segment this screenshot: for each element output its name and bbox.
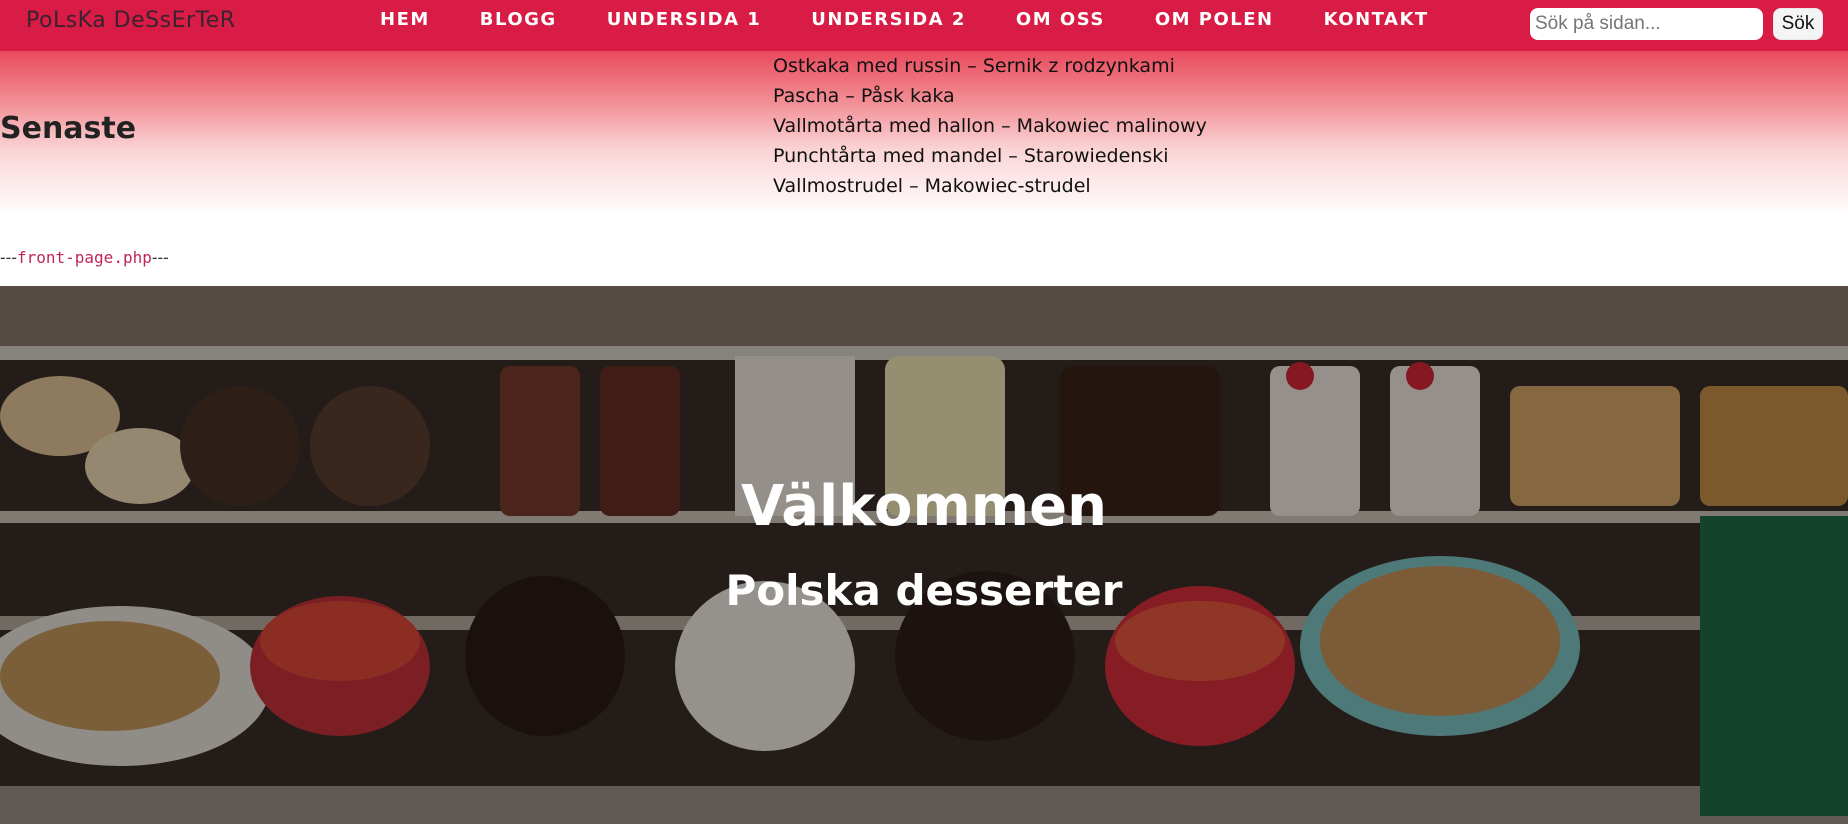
main-nav: HEM BLOGG UNDERSIDA 1 UNDERSIDA 2 OM OSS… <box>380 9 1479 30</box>
site-brand[interactable]: PoLsKa DeSsErTeR <box>26 8 236 33</box>
nav-item-kontakt[interactable]: KONTAKT <box>1324 9 1429 30</box>
template-file-note: ---front-page.php--- <box>0 248 169 268</box>
template-note-prefix: --- <box>0 248 17 267</box>
recent-post-link[interactable]: Pascha – Påsk kaka <box>773 81 1207 111</box>
search-input[interactable] <box>1530 8 1763 40</box>
recent-post-link[interactable]: Punchtårta med mandel – Starowiedenski <box>773 141 1207 171</box>
top-navbar: PoLsKa DeSsErTeR HEM BLOGG UNDERSIDA 1 U… <box>0 0 1848 51</box>
recent-posts-list: Ostkaka med russin – Sernik z rodzynkami… <box>773 51 1207 201</box>
nav-item-undersida-2[interactable]: UNDERSIDA 2 <box>811 9 966 30</box>
nav-item-blogg[interactable]: BLOGG <box>480 9 557 30</box>
search-button[interactable]: Sök <box>1773 8 1823 40</box>
recent-post-link[interactable]: Ostkaka med russin – Sernik z rodzynkami <box>773 51 1207 81</box>
nav-item-om-oss[interactable]: OM OSS <box>1016 9 1105 30</box>
template-note-suffix: --- <box>151 248 169 267</box>
recent-posts-heading: Senaste <box>0 111 137 146</box>
nav-item-undersida-1[interactable]: UNDERSIDA 1 <box>607 9 762 30</box>
template-file-name: front-page.php <box>16 248 152 267</box>
nav-item-om-polen[interactable]: OM POLEN <box>1155 9 1274 30</box>
hero-dark-overlay <box>0 286 1848 824</box>
recent-posts-section: Senaste Ostkaka med russin – Sernik z ro… <box>0 51 1848 216</box>
hero-banner: Välkommen Polska desserter <box>0 286 1848 824</box>
recent-post-link[interactable]: Vallmostrudel – Makowiec-strudel <box>773 171 1207 201</box>
hero-subtitle: Polska desserter <box>725 566 1123 615</box>
recent-post-link[interactable]: Vallmotårta med hallon – Makowiec malino… <box>773 111 1207 141</box>
hero-title: Välkommen <box>740 474 1108 539</box>
nav-item-hem[interactable]: HEM <box>380 9 430 30</box>
